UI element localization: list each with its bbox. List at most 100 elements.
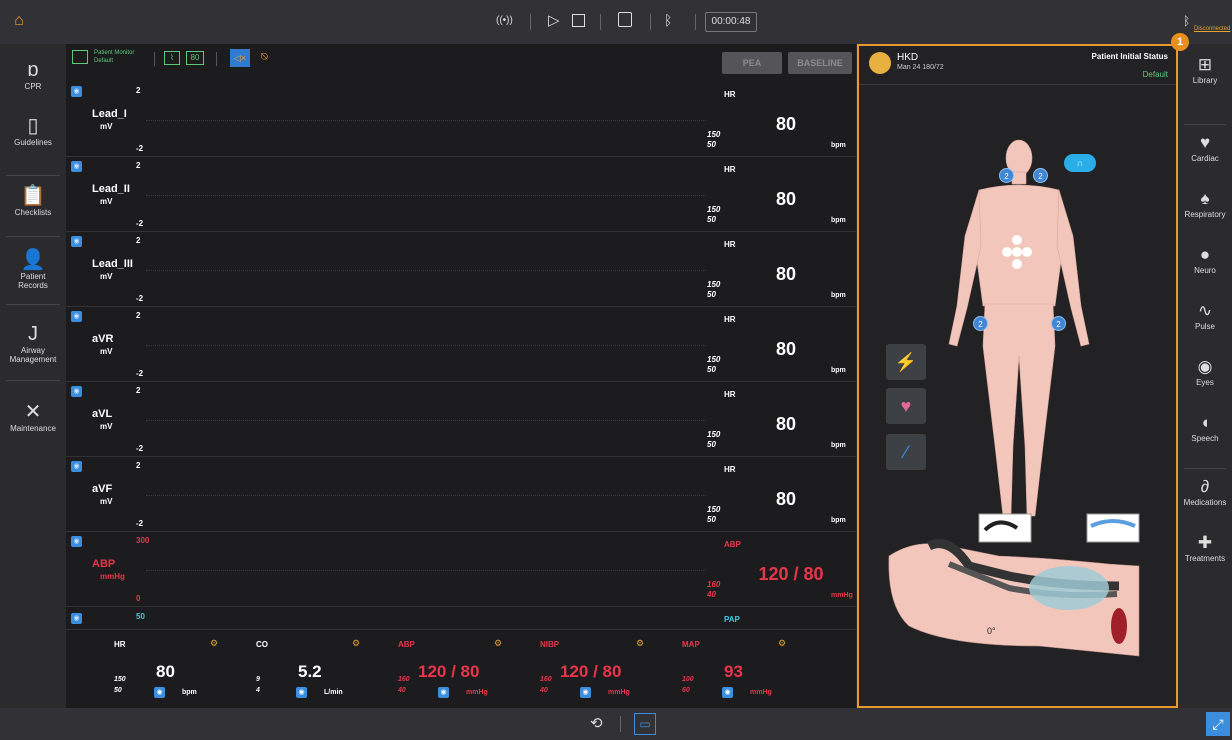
eye-icon[interactable]: ◉ — [580, 687, 591, 698]
waveform-row: ◉ 2 aVR mV -2 HR 80 150 50 bpm — [66, 307, 856, 382]
library-icon: ⊞ — [1197, 55, 1213, 74]
save-icon[interactable] — [618, 12, 632, 27]
nav-pulse[interactable]: ∿ Pulse — [1178, 300, 1232, 331]
settings-icon[interactable]: ⚙ — [494, 638, 502, 649]
eye-icon[interactable]: ◉ — [296, 687, 307, 698]
param-value: 120 / 80 — [418, 662, 480, 681]
chat-icon[interactable]: ▭ — [634, 713, 656, 735]
param-cell[interactable]: CO ⚙ 5.2 9 4 ◉ L/min — [228, 634, 368, 708]
heart-monitor-icon[interactable]: ♥ — [886, 388, 926, 424]
alarm-high: 160 — [540, 676, 552, 683]
divider — [6, 304, 60, 305]
param-cell[interactable]: ABP ⚙ 120 / 80 160 40 ◉ mmHg — [370, 634, 510, 708]
nav-medications[interactable]: ∂ Medications — [1178, 476, 1232, 507]
param-label: ABP — [398, 640, 415, 649]
baseline-button[interactable]: BASELINE — [788, 52, 852, 74]
stop-icon[interactable] — [572, 14, 585, 27]
eye-icon[interactable]: ◉ — [71, 86, 82, 97]
scale-min: -2 — [136, 519, 144, 528]
play-icon[interactable]: ▷ — [548, 11, 560, 29]
nav-respiratory[interactable]: ♠ Respiratory — [1178, 188, 1232, 219]
status-value[interactable]: Default — [1143, 70, 1168, 79]
waveform-view-icon[interactable]: ⌇ — [164, 51, 180, 65]
guidelines-icon: ▯ — [27, 115, 39, 137]
nav-label: Airway Management — [9, 346, 57, 364]
scale-min: -2 — [136, 369, 144, 378]
nav-airway-management[interactable]: J Airway Management — [0, 322, 66, 364]
wireless-icon[interactable]: ((•)) — [496, 15, 513, 26]
right-neck-badge[interactable]: 2 — [1033, 168, 1048, 183]
nav-label: Pulse — [1194, 322, 1215, 331]
home-icon[interactable]: ⌂ — [10, 12, 28, 30]
param-cell[interactable]: MAP ⚙ 93 100 60 ◉ mmHg — [654, 634, 794, 708]
eye-icon[interactable]: ◉ — [71, 536, 82, 547]
treatments-icon: ✚ — [1197, 533, 1213, 552]
param-unit: bpm — [831, 142, 846, 149]
eye-icon[interactable]: ◉ — [154, 687, 165, 698]
expand-icon[interactable]: ⤢ — [1206, 712, 1230, 736]
nav-cpr[interactable]: ɒ CPR — [0, 58, 66, 91]
alarm-high: 150 — [707, 505, 721, 514]
alarm-low: 60 — [682, 687, 690, 694]
settings-icon[interactable]: ⚙ — [210, 638, 218, 649]
waveform-baseline — [146, 120, 706, 121]
airway-tube-icon[interactable]: ∕ — [886, 434, 926, 470]
waveform-baseline — [146, 420, 706, 421]
nav-eyes[interactable]: ◉ Eyes — [1178, 356, 1232, 387]
left-neck-badge[interactable]: 2 — [999, 168, 1014, 183]
nav-patient-records[interactable]: 👤 Patient Records — [0, 248, 66, 290]
param-cell[interactable]: HR ⚙ 80 150 50 ◉ bpm — [86, 634, 226, 708]
settings-icon[interactable]: ⚙ — [352, 638, 360, 649]
defibrillate-icon[interactable]: ⚡ — [886, 344, 926, 380]
param-value: 5.2 — [298, 662, 322, 681]
waveform-row: ◉ 2 Lead_I mV -2 HR 80 150 50 bpm — [66, 82, 856, 157]
nav-library[interactable]: ⊞ Library — [1178, 54, 1232, 85]
nav-maintenance[interactable]: ✕ Maintenance — [0, 400, 66, 433]
eye-icon[interactable]: ◉ — [722, 687, 733, 698]
headphone-icon[interactable]: ∩ — [1064, 154, 1096, 172]
right-arm-badge[interactable]: 2 — [1051, 316, 1066, 331]
patient-body-figure[interactable] — [859, 86, 1176, 676]
settings-icon[interactable]: ⚙ — [636, 638, 644, 649]
alarm-low: 40 — [707, 590, 716, 599]
eye-icon[interactable]: ◉ — [71, 311, 82, 322]
nav-label: Speech — [1191, 434, 1219, 443]
pea-button[interactable]: PEA — [722, 52, 782, 74]
nav-checklists[interactable]: 📋 Checklists — [0, 184, 66, 217]
param-label: NIBP — [540, 640, 560, 649]
nav-neuro[interactable]: ● Neuro — [1178, 244, 1232, 275]
alarm-off-icon[interactable]: ⍉ — [261, 51, 268, 64]
param-label: HR — [724, 165, 736, 174]
settings-icon[interactable]: ⚙ — [778, 638, 786, 649]
param-cell[interactable]: NIBP ⚙ 120 / 80 160 40 ◉ mmHg — [512, 634, 652, 708]
lead-unit: mV — [100, 197, 113, 206]
param-label: HR — [724, 315, 736, 324]
numeric-view-icon[interactable]: 80 — [186, 51, 204, 65]
eye-icon[interactable]: ◉ — [71, 386, 82, 397]
param-label: HR — [724, 465, 736, 474]
layout-title[interactable]: Patient Monitor — [94, 50, 134, 56]
layout-icon[interactable] — [72, 50, 88, 64]
mute-alarm-button[interactable]: ◁× — [230, 49, 250, 67]
eye-icon[interactable]: ◉ — [71, 461, 82, 472]
eye-icon[interactable]: ◉ — [71, 236, 82, 247]
eye-icon[interactable]: ◉ — [71, 613, 82, 624]
nav-guidelines[interactable]: ▯ Guidelines — [0, 114, 66, 147]
lead-name: aVL — [92, 408, 113, 420]
avatar[interactable] — [869, 52, 891, 74]
eye-icon[interactable]: ◉ — [438, 687, 449, 698]
lead-unit: mV — [100, 272, 113, 281]
alarm-low: 50 — [707, 440, 716, 449]
nav-cardiac[interactable]: ♥ Cardiac — [1178, 132, 1232, 163]
lead-unit: mV — [100, 347, 113, 356]
divider — [695, 14, 696, 30]
bluetooth-icon[interactable]: ᛒ — [664, 12, 672, 28]
history-icon[interactable]: ⟲ — [590, 714, 603, 732]
nav-treatments[interactable]: ✚ Treatments — [1178, 532, 1232, 563]
disconnected-link[interactable]: Disconnected — [1194, 26, 1230, 32]
left-arm-badge[interactable]: 2 — [973, 316, 988, 331]
nav-speech[interactable]: ◖ Speech — [1178, 412, 1232, 443]
eye-icon[interactable]: ◉ — [71, 161, 82, 172]
pap-max: 50 — [136, 612, 145, 621]
param-value: 93 — [724, 662, 743, 681]
